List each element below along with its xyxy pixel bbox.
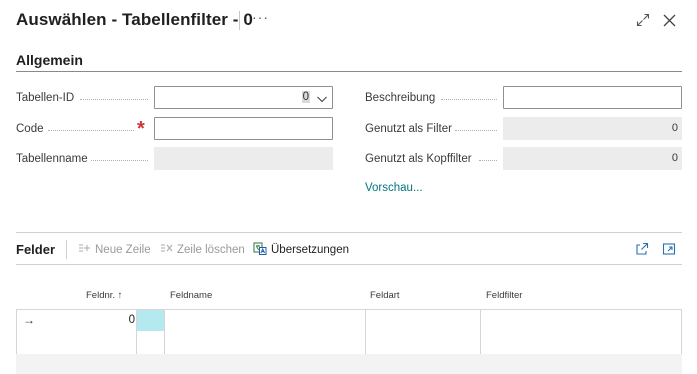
table-row[interactable]: → 0 (16, 309, 682, 332)
beschreibung-input[interactable] (503, 86, 682, 109)
section-title-allgemein: Allgemein (16, 52, 83, 68)
genutzt-als-filter-field: 0 (503, 117, 682, 140)
cell-divider (136, 331, 137, 354)
cell-divider (365, 310, 366, 331)
title-divider (239, 11, 240, 30)
selected-cell[interactable] (137, 310, 164, 331)
neue-zeile-label: Neue Zeile (95, 243, 151, 256)
tabellen-id-label: Tabellen-ID (16, 92, 75, 104)
required-indicator: * (137, 118, 145, 140)
genutzt-als-kopffilter-label: Genutzt als Kopffilter (365, 153, 472, 165)
code-input[interactable] (154, 117, 333, 140)
zeile-loeschen-button[interactable]: Zeile löschen (160, 242, 245, 257)
share-icon[interactable] (634, 241, 650, 257)
feldnr-cell[interactable]: 0 (77, 314, 135, 326)
genutzt-als-filter-label: Genutzt als Filter (365, 123, 452, 135)
part-title-felder: Felder (16, 242, 56, 257)
row-indicator-arrow-icon: → (23, 313, 35, 327)
translations-icon (253, 242, 267, 258)
chevron-down-icon[interactable] (316, 92, 328, 110)
tabellenname-field (154, 147, 333, 170)
cell-divider (480, 331, 481, 354)
section-divider (16, 71, 682, 72)
column-header-feldfilter[interactable]: Feldfilter (486, 290, 522, 301)
tabellenname-label: Tabellenname (16, 153, 88, 165)
label-dots (455, 130, 497, 131)
more-options-button[interactable]: ··· (252, 9, 269, 25)
neue-zeile-button[interactable]: Neue Zeile (78, 242, 151, 257)
new-row-icon (78, 242, 91, 257)
cell-divider (365, 331, 366, 354)
vorschau-link[interactable]: Vorschau... (365, 182, 423, 194)
part-title-divider (66, 240, 67, 259)
delete-row-icon (160, 242, 173, 257)
table-row[interactable] (16, 331, 682, 355)
expand-icon[interactable] (634, 11, 652, 29)
page-title: Auswählen - Tabellenfilter - 0 (16, 10, 253, 29)
part-divider-bottom (16, 264, 682, 265)
label-dots (91, 160, 148, 161)
cell-divider (164, 331, 165, 354)
open-in-new-window-icon[interactable] (661, 241, 677, 257)
genutzt-als-kopffilter-field: 0 (503, 147, 682, 170)
label-dots (48, 130, 134, 131)
column-header-feldart[interactable]: Feldart (370, 290, 400, 301)
grid-empty-area (16, 354, 682, 374)
tabellen-id-select[interactable]: 0 (154, 86, 333, 109)
beschreibung-label: Beschreibung (365, 92, 436, 104)
label-dots (441, 99, 497, 100)
tabellen-id-value: 0 (301, 91, 310, 103)
column-header-feldnr[interactable]: Feldnr. ↑ (86, 290, 122, 301)
uebersetzungen-label: Übersetzungen (271, 244, 349, 256)
uebersetzungen-button[interactable]: Übersetzungen (253, 242, 349, 258)
cell-divider (480, 310, 481, 331)
close-icon[interactable] (660, 11, 678, 29)
part-divider-top (16, 232, 682, 233)
label-dots (479, 160, 497, 161)
code-label: Code (16, 123, 44, 135)
zeile-loeschen-label: Zeile löschen (177, 243, 245, 256)
label-dots (80, 99, 148, 100)
column-header-feldname[interactable]: Feldname (170, 290, 212, 301)
cell-divider (164, 310, 165, 331)
